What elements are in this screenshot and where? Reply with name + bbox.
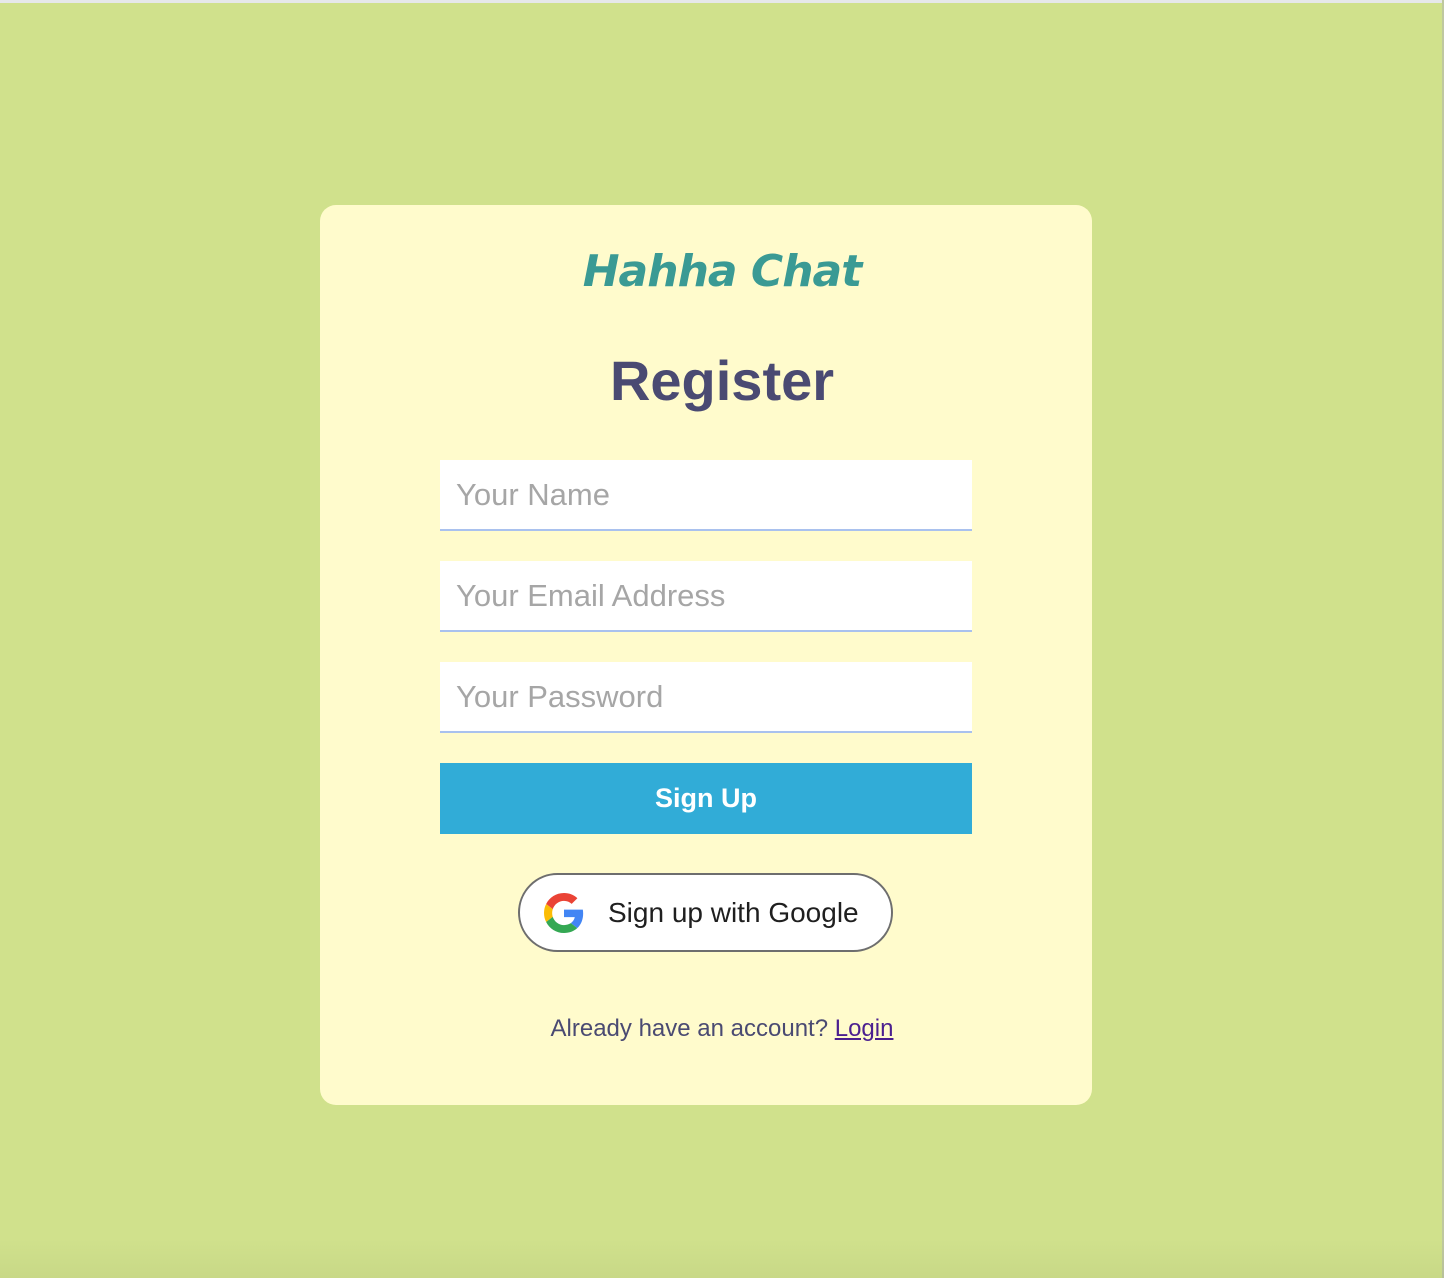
app-logo: Hahha Chat [582, 246, 863, 297]
google-button-label: Sign up with Google [608, 897, 859, 928]
page-title: Register [609, 349, 835, 412]
google-sign-up-button[interactable]: Sign up with Google [518, 873, 893, 952]
register-card [320, 205, 1092, 1105]
password-input[interactable] [440, 662, 972, 733]
login-prompt: Already have an account? Login [0, 1012, 1444, 1046]
login-link[interactable]: Login [835, 1015, 894, 1042]
name-input[interactable] [440, 460, 972, 531]
login-prompt-text: Already have an account? [550, 1015, 829, 1042]
sign-up-button[interactable]: Sign Up [440, 763, 972, 834]
email-input[interactable] [440, 561, 972, 632]
bottom-shade [0, 1238, 1444, 1278]
browser-top-border [0, 0, 1444, 3]
google-g-icon [544, 893, 584, 933]
